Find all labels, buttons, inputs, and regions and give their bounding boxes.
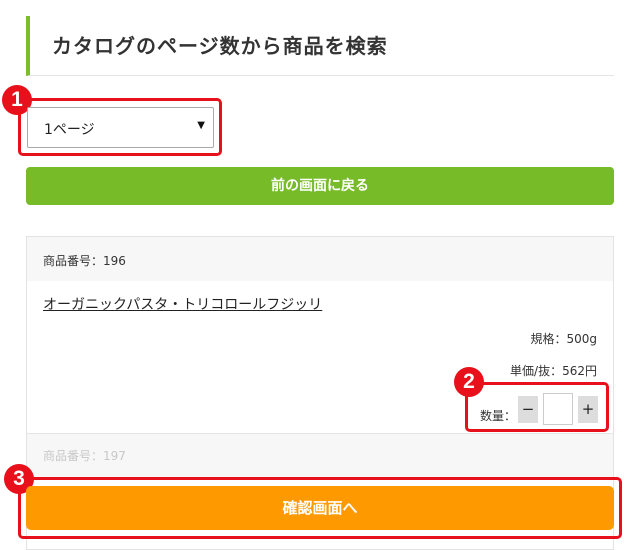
page-title: カタログのページ数から商品を検索 xyxy=(52,34,388,58)
annotation-box-quantity xyxy=(465,382,609,432)
product-spec: 規格：500g xyxy=(530,332,597,346)
confirm-button[interactable]: 確認画面へ xyxy=(26,486,614,530)
product-number: 商品番号：196 xyxy=(43,254,126,268)
annotation-badge-2: 2 xyxy=(454,367,484,397)
next-product-number: 商品番号：197 xyxy=(43,449,126,463)
back-button[interactable]: 前の画面に戻る xyxy=(26,167,614,205)
page-header: カタログのページ数から商品を検索 xyxy=(26,16,614,76)
caret-down-icon: ▼ xyxy=(197,120,205,131)
page-select-value: 1ページ xyxy=(44,122,95,138)
next-product-header: 商品番号：197 xyxy=(27,433,613,477)
product-name-link[interactable]: オーガニックパスタ・トリコロールフジッリ xyxy=(43,294,322,314)
page-select[interactable]: 1ページ ▼ xyxy=(27,107,214,148)
product-header: 商品番号：196 xyxy=(27,237,613,281)
product-unit-price: 単価/抜：562円 xyxy=(510,364,597,378)
